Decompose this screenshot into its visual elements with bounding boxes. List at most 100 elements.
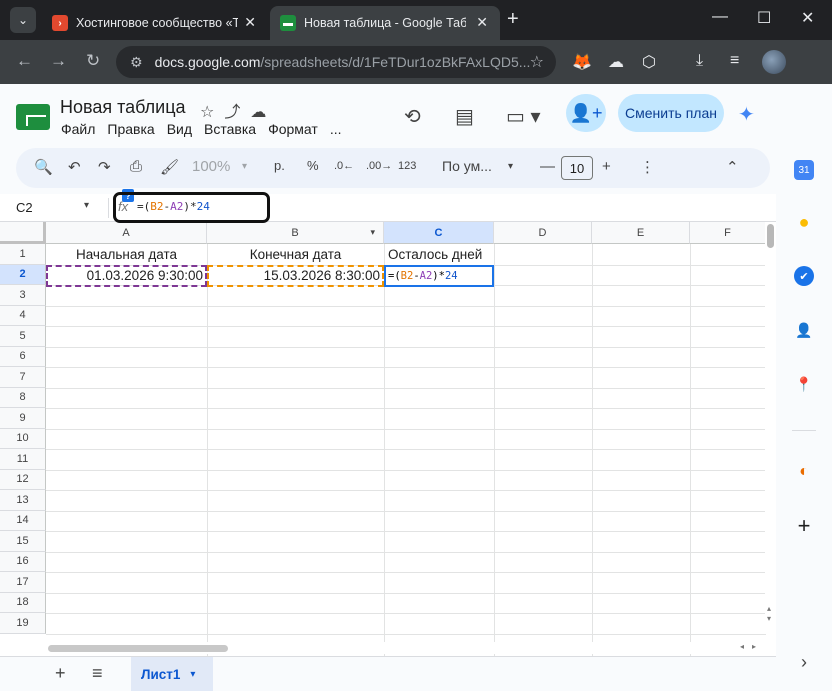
row-header-5[interactable]: 5 bbox=[0, 326, 46, 347]
more-formats-button[interactable]: 123 bbox=[398, 160, 416, 172]
scroll-right-arrow-icon[interactable]: ▸ bbox=[752, 642, 756, 651]
percent-format-button[interactable]: % bbox=[307, 158, 319, 173]
sheet-menu-caret-icon[interactable]: ▾ bbox=[190, 669, 195, 680]
menu-more[interactable]: ... bbox=[330, 121, 342, 137]
more-tools-icon[interactable]: ⋮ bbox=[640, 158, 655, 176]
row-header-15[interactable]: 15 bbox=[0, 531, 46, 552]
comments-icon[interactable]: ▤ bbox=[455, 104, 474, 129]
row-header-10[interactable]: 10 bbox=[0, 428, 46, 449]
column-header-f[interactable]: F bbox=[690, 222, 766, 244]
column-header-b[interactable]: B ▾ bbox=[207, 222, 384, 244]
name-box[interactable]: C2 bbox=[16, 200, 33, 215]
browser-profile-avatar[interactable] bbox=[762, 50, 786, 74]
cell-c1[interactable]: Осталось дней bbox=[388, 244, 498, 265]
keep-icon[interactable]: ● bbox=[794, 212, 814, 232]
row-header-18[interactable]: 18 bbox=[0, 592, 46, 613]
cell-c2-editor[interactable]: =(B2- A2)* 24 bbox=[384, 265, 494, 287]
row-header-19[interactable]: 19 bbox=[0, 613, 46, 634]
print-icon[interactable]: ⎙ bbox=[130, 158, 142, 175]
share-button[interactable]: 👤+ bbox=[566, 94, 606, 132]
tab-close-icon[interactable]: ✕ bbox=[476, 14, 488, 31]
contacts-icon[interactable]: 👤 bbox=[794, 320, 814, 340]
get-addons-icon[interactable]: + bbox=[794, 513, 814, 538]
cloud-extension-icon[interactable]: ☁ bbox=[608, 52, 624, 72]
row-header-17[interactable]: 17 bbox=[0, 572, 46, 593]
paint-format-icon[interactable]: 🖌 bbox=[160, 158, 179, 176]
menu-file[interactable]: Файл bbox=[61, 121, 95, 137]
name-box-caret-icon[interactable]: ▾ bbox=[84, 200, 89, 211]
increase-decimal-button[interactable]: .00→ bbox=[366, 160, 392, 172]
scroll-down-arrow-icon[interactable]: ▾ bbox=[767, 614, 771, 623]
office-addon-icon[interactable]: ◐ bbox=[794, 462, 814, 482]
row-header-9[interactable]: 9 bbox=[0, 408, 46, 429]
row-header-3[interactable]: 3 bbox=[0, 285, 46, 306]
row-header-1[interactable]: 1 bbox=[0, 244, 46, 265]
currency-format-button[interactable]: р. bbox=[274, 158, 285, 173]
minimize-icon[interactable]: — bbox=[712, 8, 728, 26]
font-size-input[interactable]: 10 bbox=[561, 156, 593, 180]
browser-tab-hosting[interactable]: › Хостинговое сообщество «Tim ✕ bbox=[42, 6, 268, 40]
url-input[interactable]: ⚙ docs.google.com /spreadsheets/d/1FeTDu… bbox=[116, 46, 556, 78]
vertical-scroll-thumb[interactable] bbox=[767, 224, 774, 248]
column-header-a[interactable]: A bbox=[46, 222, 207, 244]
fox-extension-icon[interactable]: 🦊 bbox=[572, 52, 592, 72]
menu-insert[interactable]: Вставка bbox=[204, 121, 256, 137]
font-size-increase-icon[interactable]: + bbox=[602, 158, 611, 175]
media-control-icon[interactable]: ≡ bbox=[730, 52, 739, 70]
scroll-left-arrow-icon[interactable]: ◂ bbox=[740, 642, 744, 651]
expand-panel-icon[interactable]: › bbox=[794, 652, 814, 672]
column-header-d[interactable]: D bbox=[494, 222, 592, 244]
horizontal-scroll-thumb[interactable] bbox=[48, 645, 228, 652]
cell-b1[interactable]: Конечная дата bbox=[207, 244, 384, 265]
forward-icon[interactable]: → bbox=[50, 51, 67, 71]
select-all-corner[interactable] bbox=[0, 222, 46, 244]
sheet-tab-list1[interactable]: Лист1 ▾ bbox=[131, 657, 213, 691]
title-action-icons[interactable]: ☆⤴☁ bbox=[200, 98, 276, 122]
tab-close-icon[interactable]: ✕ bbox=[244, 14, 256, 31]
new-tab-icon[interactable]: + bbox=[507, 8, 519, 31]
spreadsheet-grid[interactable]: A B ▾ C D E F 1 2 3 4 5 6 7 8 9 10 11 12 13 14 15 16 17 18… bbox=[0, 222, 776, 656]
redo-icon[interactable]: ↷ bbox=[98, 158, 111, 176]
change-plan-button[interactable]: Сменить план bbox=[618, 94, 724, 132]
font-size-decrease-icon[interactable]: — bbox=[540, 158, 555, 175]
search-menus-icon[interactable]: 🔍 bbox=[34, 158, 53, 176]
row-header-4[interactable]: 4 bbox=[0, 305, 46, 326]
row-header-12[interactable]: 12 bbox=[0, 469, 46, 490]
font-select[interactable]: По ум... bbox=[442, 158, 492, 174]
menu-view[interactable]: Вид bbox=[167, 121, 192, 137]
site-info-icon[interactable]: ⚙ bbox=[130, 54, 143, 71]
decrease-decimal-button[interactable]: .0← bbox=[334, 160, 354, 172]
horizontal-scrollbar[interactable]: ◂ ▸ bbox=[46, 642, 766, 654]
row-header-6[interactable]: 6 bbox=[0, 346, 46, 367]
row-header-8[interactable]: 8 bbox=[0, 387, 46, 408]
row-header-13[interactable]: 13 bbox=[0, 490, 46, 511]
cell-a1[interactable]: Начальная дата bbox=[46, 244, 207, 265]
bookmark-star-icon[interactable]: ☆ bbox=[530, 52, 544, 72]
gemini-icon[interactable]: ✦ bbox=[738, 102, 755, 127]
undo-icon[interactable]: ↶ bbox=[68, 158, 81, 176]
column-header-e[interactable]: E bbox=[592, 222, 690, 244]
meet-icon[interactable]: ▭ ▾ bbox=[506, 104, 541, 129]
all-sheets-icon[interactable]: ≡ bbox=[92, 663, 103, 684]
collapse-menu-icon[interactable]: ⌃ bbox=[726, 158, 739, 176]
row-header-7[interactable]: 7 bbox=[0, 367, 46, 388]
document-title[interactable]: Новая таблица bbox=[60, 97, 186, 118]
column-menu-caret-icon[interactable]: ▾ bbox=[370, 227, 375, 238]
add-sheet-icon[interactable]: + bbox=[55, 663, 66, 684]
tasks-icon[interactable]: ✔ bbox=[794, 266, 814, 286]
zoom-select[interactable]: 100% bbox=[192, 158, 230, 175]
download-icon[interactable]: ⤓ bbox=[696, 52, 703, 70]
menu-edit[interactable]: Правка bbox=[107, 121, 154, 137]
scroll-up-arrow-icon[interactable]: ▴ bbox=[767, 604, 771, 613]
row-header-2[interactable]: 2 bbox=[0, 264, 46, 285]
maps-icon[interactable]: 📍 bbox=[794, 374, 814, 394]
menu-format[interactable]: Формат bbox=[268, 121, 318, 137]
row-header-11[interactable]: 11 bbox=[0, 449, 46, 470]
maximize-icon[interactable]: ☐ bbox=[757, 8, 771, 28]
window-close-icon[interactable]: ✕ bbox=[801, 8, 814, 28]
reload-icon[interactable]: ↻ bbox=[86, 51, 100, 71]
puzzle-extension-icon[interactable]: ⬡ bbox=[642, 52, 656, 72]
formula-help-icon[interactable]: ? bbox=[122, 189, 134, 202]
row-header-14[interactable]: 14 bbox=[0, 510, 46, 531]
back-icon[interactable]: ← bbox=[16, 51, 33, 71]
